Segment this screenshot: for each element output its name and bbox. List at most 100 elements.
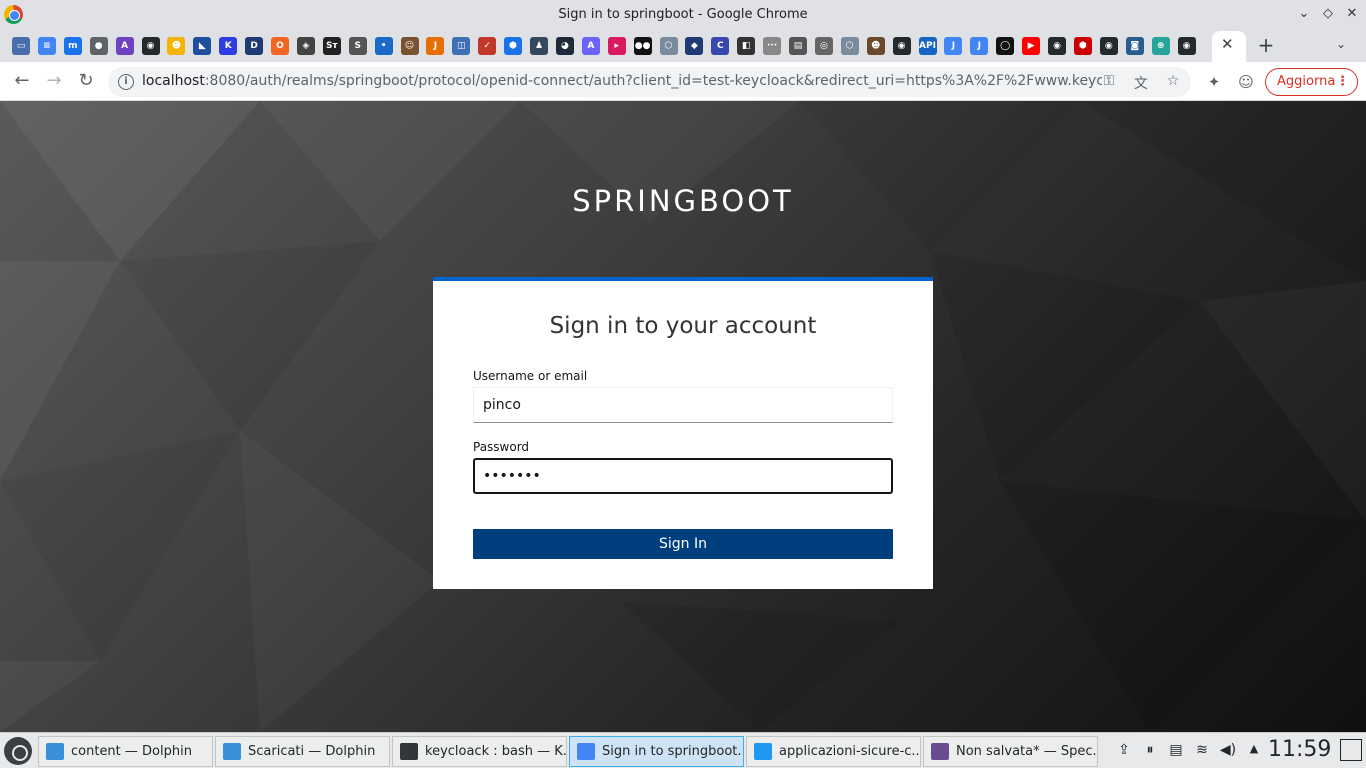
tab-favicon-icon[interactable]: A [115, 37, 134, 55]
tab-favicon-icon[interactable]: ⬡ [659, 37, 678, 55]
tab-favicon-icon[interactable]: D [245, 37, 264, 55]
browser-toolbar: ← → ↻ i localhost:8080/auth/realms/sprin… [0, 62, 1366, 101]
translate-icon[interactable]: 文 [1132, 73, 1150, 93]
tray-expand-icon[interactable]: ▲ [1245, 742, 1263, 755]
taskbar-task[interactable]: Scaricati — Dolphin [215, 736, 390, 767]
taskbar-task[interactable]: content — Dolphin [38, 736, 213, 767]
task-label: Sign in to springboot... [602, 744, 744, 759]
volume-tray-icon[interactable]: ◀) [1219, 742, 1237, 758]
tab-favicon-icon[interactable]: J [970, 37, 989, 55]
new-tab-button[interactable]: + [1256, 33, 1276, 57]
tab-favicon-icon[interactable]: m [63, 37, 82, 55]
tab-favicon-icon[interactable]: ··· [763, 37, 782, 55]
tab-favicon-icon[interactable]: ⬡ [840, 37, 859, 55]
close-window-icon[interactable]: ✕ [1342, 4, 1362, 24]
task-label: applicazioni-sicure-c... [779, 744, 921, 759]
close-tab-icon[interactable]: ✕ [1221, 35, 1234, 53]
task-label: content — Dolphin [71, 744, 192, 759]
tab-favicon-icon[interactable]: ▤ [789, 37, 807, 55]
tab-favicon-icon[interactable]: ▶ [1022, 37, 1041, 55]
tab-favicon-icon[interactable]: ◈ [296, 37, 315, 55]
tab-favicon-icon[interactable]: S [348, 37, 367, 55]
password-input[interactable]: ••••••• [473, 458, 893, 494]
clock[interactable]: 11:59 [1268, 737, 1331, 762]
tab-favicon-icon[interactable]: ◣ [193, 37, 212, 55]
bookmark-star-icon[interactable]: ☆ [1164, 73, 1182, 89]
url-path: :8080/auth/realms/springboot/protocol/op… [204, 73, 1102, 89]
taskbar-task[interactable]: Non salvata* — Spec... [923, 736, 1098, 767]
tab-favicon-icon[interactable]: ☻ [167, 37, 186, 55]
tab-favicon-icon[interactable]: ◉ [1177, 37, 1196, 55]
tab-favicon-icon[interactable]: ● [89, 37, 108, 55]
password-key-icon[interactable]: ⚿ [1100, 73, 1118, 89]
tab-favicon-icon[interactable]: ⬢ [504, 37, 523, 55]
username-label: Username or email [473, 369, 588, 383]
tab-favicon-icon[interactable]: ☺ [400, 37, 419, 55]
tab-favicon-icon[interactable]: ♟ [530, 37, 548, 55]
wifi-tray-icon[interactable]: ≋ [1193, 742, 1211, 758]
tab-favicon-icon[interactable]: • [374, 37, 393, 55]
tab-favicon-icon[interactable]: ●● [633, 37, 652, 55]
tab-favicon-icon[interactable]: ⊛ [1151, 37, 1170, 55]
task-app-icon [577, 743, 595, 760]
task-app-icon [223, 743, 241, 760]
username-input[interactable]: pinco [473, 387, 893, 423]
back-icon[interactable]: ← [10, 69, 34, 93]
tab-search-icon[interactable]: ⌄ [1336, 37, 1346, 51]
extensions-icon[interactable]: ✦ [1204, 73, 1224, 91]
tab-favicon-icon[interactable]: ☻ [866, 37, 885, 55]
task-label: keycloack : bash — K... [425, 744, 567, 759]
clipboard-tray-icon[interactable]: ▤ [1167, 742, 1185, 758]
password-label: Password [473, 440, 530, 454]
reload-icon[interactable]: ↻ [74, 69, 98, 93]
tab-favicon-icon[interactable]: API [918, 37, 937, 55]
tab-favicon-icon[interactable]: ≡ [37, 37, 56, 55]
tab-favicon-icon[interactable]: ◎ [814, 37, 833, 55]
task-app-icon [46, 743, 64, 760]
update-button[interactable]: Aggiorna ⋮ [1265, 68, 1358, 96]
profile-icon[interactable]: ☺ [1236, 73, 1256, 91]
updates-tray-icon[interactable]: ⇪ [1115, 742, 1133, 758]
show-desktop-button[interactable] [1340, 739, 1362, 761]
tab-favicon-icon[interactable]: ◉ [892, 37, 911, 55]
tab-favicon-icon[interactable]: J [426, 37, 445, 55]
maximize-icon[interactable]: ◇ [1318, 4, 1338, 24]
media-pause-tray-icon[interactable]: ⏸ [1141, 742, 1159, 758]
tab-favicon-icon[interactable]: C [711, 37, 730, 55]
tab-favicon-icon[interactable]: ◙ [1125, 37, 1144, 55]
tab-favicon-icon[interactable]: ◕ [555, 37, 574, 55]
taskbar-task[interactable]: Sign in to springboot... [569, 736, 744, 767]
task-label: Scaricati — Dolphin [248, 744, 376, 759]
app-launcher-icon[interactable] [4, 737, 32, 765]
sign-in-button[interactable]: Sign In [473, 529, 893, 559]
tab-favicon-icon[interactable]: ◧ [737, 37, 756, 55]
taskbar: content — Dolphin Scaricati — Dolphin keyc… [0, 732, 1366, 768]
tab-favicon-icon[interactable]: ✓ [478, 37, 497, 55]
tab-favicon-icon[interactable]: ⬢ [1073, 37, 1092, 55]
menu-dots-icon: ⋮ [1336, 74, 1349, 89]
taskbar-task[interactable]: applicazioni-sicure-c... [746, 736, 921, 767]
address-bar[interactable]: i localhost:8080/auth/realms/springboot/… [108, 67, 1191, 97]
active-tab[interactable]: ✕ [1212, 31, 1246, 62]
realm-name: SPRINGBOOT [572, 184, 794, 218]
tab-favicon-icon[interactable]: O [271, 37, 289, 55]
window-title: Sign in to springboot - Google Chrome [558, 7, 808, 22]
tab-favicon-icon[interactable]: ◉ [1048, 37, 1066, 55]
tab-favicon-icon[interactable]: A [581, 37, 600, 55]
forward-icon[interactable]: → [42, 69, 66, 93]
tab-favicon-icon[interactable]: J [944, 37, 963, 55]
url-text[interactable]: localhost:8080/auth/realms/springboot/pr… [142, 73, 1102, 89]
tab-favicon-icon[interactable]: ◯ [996, 37, 1015, 55]
tab-favicon-icon[interactable]: ◉ [141, 37, 160, 55]
taskbar-task[interactable]: keycloack : bash — K... [392, 736, 567, 767]
site-info-icon[interactable]: i [118, 74, 134, 90]
tab-favicon-icon[interactable]: ▸ [607, 37, 626, 55]
tab-favicon-icon[interactable]: K [219, 37, 238, 55]
tab-favicon-icon[interactable]: ◉ [1099, 37, 1118, 55]
login-card: Sign in to your account Username or emai… [433, 277, 933, 589]
tab-favicon-icon[interactable]: ◫ [452, 37, 471, 55]
tab-favicon-icon[interactable]: Sᴛ [322, 37, 341, 55]
tab-favicon-icon[interactable]: ◆ [685, 37, 704, 55]
minimize-icon[interactable]: ⌄ [1294, 4, 1314, 24]
tab-favicon-icon[interactable]: ▭ [12, 37, 30, 55]
